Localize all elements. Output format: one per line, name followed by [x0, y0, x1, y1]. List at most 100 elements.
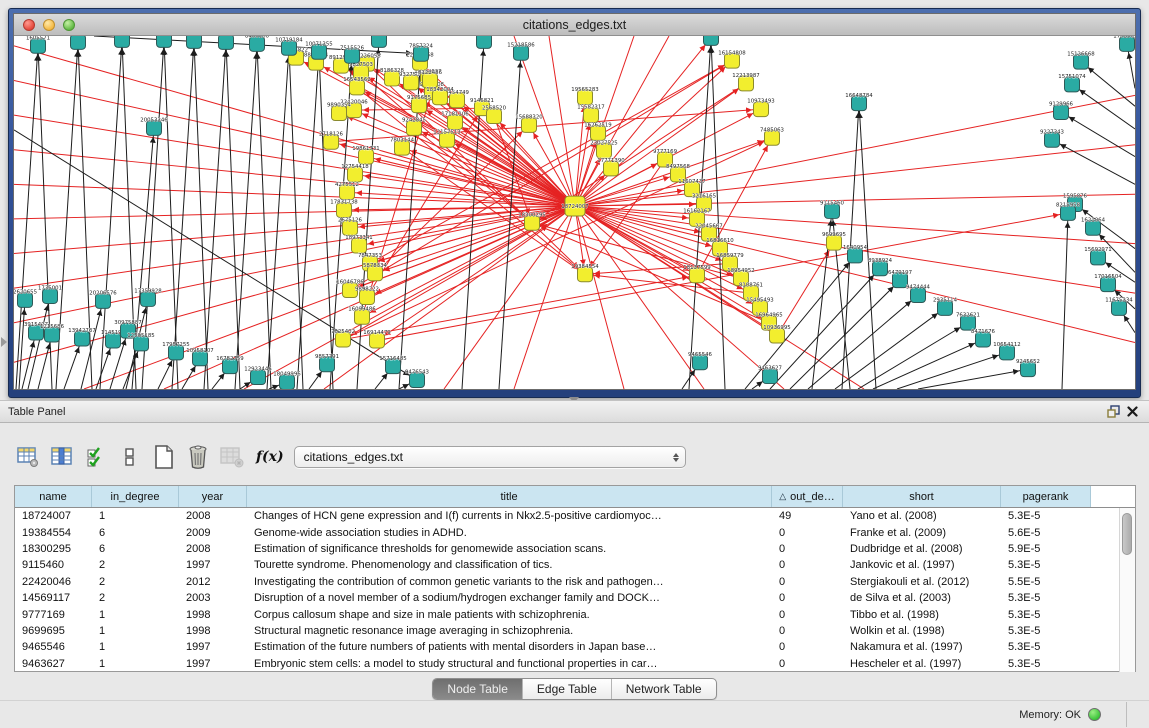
- graph-node[interactable]: 20891406: [64, 36, 92, 49]
- graph-node[interactable]: 9476543: [405, 370, 429, 388]
- scrollbar-thumb[interactable]: [1122, 513, 1132, 555]
- graph-node[interactable]: 17181106: [441, 112, 469, 130]
- citation-graph[interactable]: 1872400774658228860124891295415226058982…: [14, 36, 1135, 389]
- graph-node[interactable]: 18724007: [561, 196, 588, 216]
- network-table-select[interactable]: citations_edges.txt: [294, 446, 686, 468]
- graph-node[interactable]: 9474444: [906, 285, 931, 303]
- graph-node[interactable]: 11595014: [150, 36, 178, 47]
- graph-node[interactable]: 12754418: [341, 164, 369, 182]
- graph-node[interactable]: 16053803: [365, 36, 392, 47]
- graph-node[interactable]: 15751074: [1058, 74, 1086, 92]
- column-header-name[interactable]: name: [15, 486, 92, 507]
- table-cell: 1: [92, 641, 179, 653]
- graph-node[interactable]: 9463627: [758, 366, 782, 384]
- table-row[interactable]: 1872400712008Changes of HCN gene express…: [15, 508, 1135, 524]
- graph-node[interactable]: 20878642: [697, 36, 724, 45]
- graph-node[interactable]: 2935114: [933, 298, 958, 316]
- table-row[interactable]: 946554611997Estimation of the future num…: [15, 639, 1135, 655]
- graph-node[interactable]: 19565283: [571, 87, 598, 105]
- graph-node[interactable]: 9115460: [820, 201, 845, 219]
- graph-node[interactable]: 8466160: [245, 36, 270, 51]
- svg-text:12505185: 12505185: [127, 333, 154, 339]
- column-header-short[interactable]: short: [843, 486, 1001, 507]
- graph-node[interactable]: 8813054: [472, 36, 497, 48]
- table-cell: 5.9E-5: [1001, 543, 1091, 555]
- network-table-select-value: citations_edges.txt: [304, 450, 673, 464]
- graph-node[interactable]: 15688320: [515, 115, 543, 133]
- graph-node[interactable]: 12213987: [732, 73, 759, 91]
- graph-node[interactable]: 15692971: [1084, 247, 1111, 265]
- graph-node[interactable]: 17016504: [1094, 274, 1122, 292]
- svg-text:20053346: 20053346: [140, 118, 168, 124]
- graph-node[interactable]: 20053346: [140, 118, 168, 136]
- column-header-pagerank[interactable]: pagerank: [1001, 486, 1091, 507]
- graph-node[interactable]: 17025630: [1113, 36, 1135, 51]
- graph-node[interactable]: 17359928: [134, 289, 162, 307]
- table-cell: Genome-wide association studies in ADHD.: [247, 527, 772, 539]
- tab-node-table[interactable]: Node Table: [433, 679, 523, 699]
- left-panel-collapse-handle[interactable]: [1, 337, 7, 347]
- graph-node[interactable]: 13942737: [68, 328, 95, 346]
- table-row[interactable]: 977716911998Corpus callosum shape and si…: [15, 606, 1135, 622]
- new-column-button[interactable]: [150, 444, 178, 470]
- function-builder-button[interactable]: f(x): [256, 449, 284, 465]
- delete-table-button[interactable]: [218, 444, 246, 470]
- graph-node[interactable]: 9465546: [688, 352, 713, 370]
- graph-node[interactable]: 9129966: [1049, 102, 1074, 120]
- column-header-title[interactable]: title: [247, 486, 772, 507]
- graph-node[interactable]: 8471676: [971, 329, 996, 347]
- graph-node[interactable]: 11675334: [1105, 298, 1133, 316]
- float-panel-icon[interactable]: [1105, 404, 1123, 420]
- table-row[interactable]: 969969511998Structural magnetic resonanc…: [15, 623, 1135, 639]
- network-window-titlebar[interactable]: citations_edges.txt: [14, 14, 1135, 36]
- graph-node[interactable]: 16154808: [718, 50, 746, 68]
- svg-text:15582317: 15582317: [577, 105, 604, 111]
- delete-column-button[interactable]: [184, 444, 212, 470]
- graph-node[interactable]: 17831738: [330, 200, 358, 218]
- graph-node[interactable]: 15218586: [507, 42, 535, 60]
- column-header-indegree[interactable]: in_degree: [92, 486, 179, 507]
- graph-node[interactable]: 12505185: [127, 333, 154, 351]
- network-canvas[interactable]: 1872400774658228860124891295415226058982…: [14, 36, 1135, 389]
- tab-network-table[interactable]: Network Table: [612, 679, 716, 699]
- table-row[interactable]: 1456911722003Disruption of a novel membe…: [15, 590, 1135, 606]
- svg-text:10071355: 10071355: [305, 41, 332, 47]
- table-row[interactable]: 946362711997Embryonic stem cells: a mode…: [15, 656, 1135, 672]
- graph-node[interactable]: 16648784: [845, 93, 873, 111]
- tab-edge-table[interactable]: Edge Table: [523, 679, 612, 699]
- graph-node[interactable]: 9898222: [355, 287, 379, 305]
- network-window[interactable]: citations_edges.txt 18724007746582288601…: [8, 8, 1141, 398]
- select-all-button[interactable]: [82, 444, 110, 470]
- table-settings-button[interactable]: [14, 444, 42, 470]
- graph-node[interactable]: 7485063: [760, 127, 784, 145]
- graph-node[interactable]: 2620655: [14, 290, 37, 308]
- close-panel-icon[interactable]: [1123, 404, 1141, 420]
- graph-node[interactable]: 5878334: [363, 263, 388, 281]
- graph-node[interactable]: 7803144: [390, 137, 415, 155]
- vertical-scrollbar[interactable]: [1119, 508, 1135, 672]
- table-cell: 0: [772, 576, 843, 588]
- graph-node[interactable]: 16099486: [348, 306, 376, 324]
- graph-node[interactable]: 1735001: [38, 286, 62, 304]
- column-header-year[interactable]: year: [179, 486, 247, 507]
- memory-ok-icon[interactable]: [1088, 708, 1101, 721]
- graph-node[interactable]: 16782759: [216, 356, 244, 374]
- select-columns-button[interactable]: [48, 444, 76, 470]
- table-row[interactable]: 2242004622012Investigating the contribut…: [15, 574, 1135, 590]
- graph-node[interactable]: 9245652: [1016, 359, 1040, 377]
- table-row[interactable]: 911546021997Tourette syndrome. Phenomeno…: [15, 557, 1135, 573]
- graph-node[interactable]: 10654112: [993, 342, 1020, 360]
- deselect-all-button[interactable]: [116, 444, 144, 470]
- graph-node[interactable]: 19384554: [571, 264, 599, 282]
- graph-node[interactable]: 2675126: [338, 217, 363, 235]
- graph-node[interactable]: 15582317: [577, 105, 604, 123]
- svg-text:13942737: 13942737: [68, 328, 95, 334]
- table-row[interactable]: 1938455462009Genome-wide association stu…: [15, 524, 1135, 540]
- graph-node[interactable]: 9857791: [315, 354, 339, 372]
- graph-node[interactable]: 10958107: [186, 348, 213, 366]
- graph-node[interactable]: 15126668: [1067, 51, 1095, 69]
- column-header-outde[interactable]: △out_de…: [772, 486, 843, 507]
- table-row[interactable]: 1830029562008Estimation of significance …: [15, 541, 1135, 557]
- svg-text:18973341: 18973341: [345, 235, 372, 241]
- graph-node[interactable]: 1621064: [1081, 217, 1106, 235]
